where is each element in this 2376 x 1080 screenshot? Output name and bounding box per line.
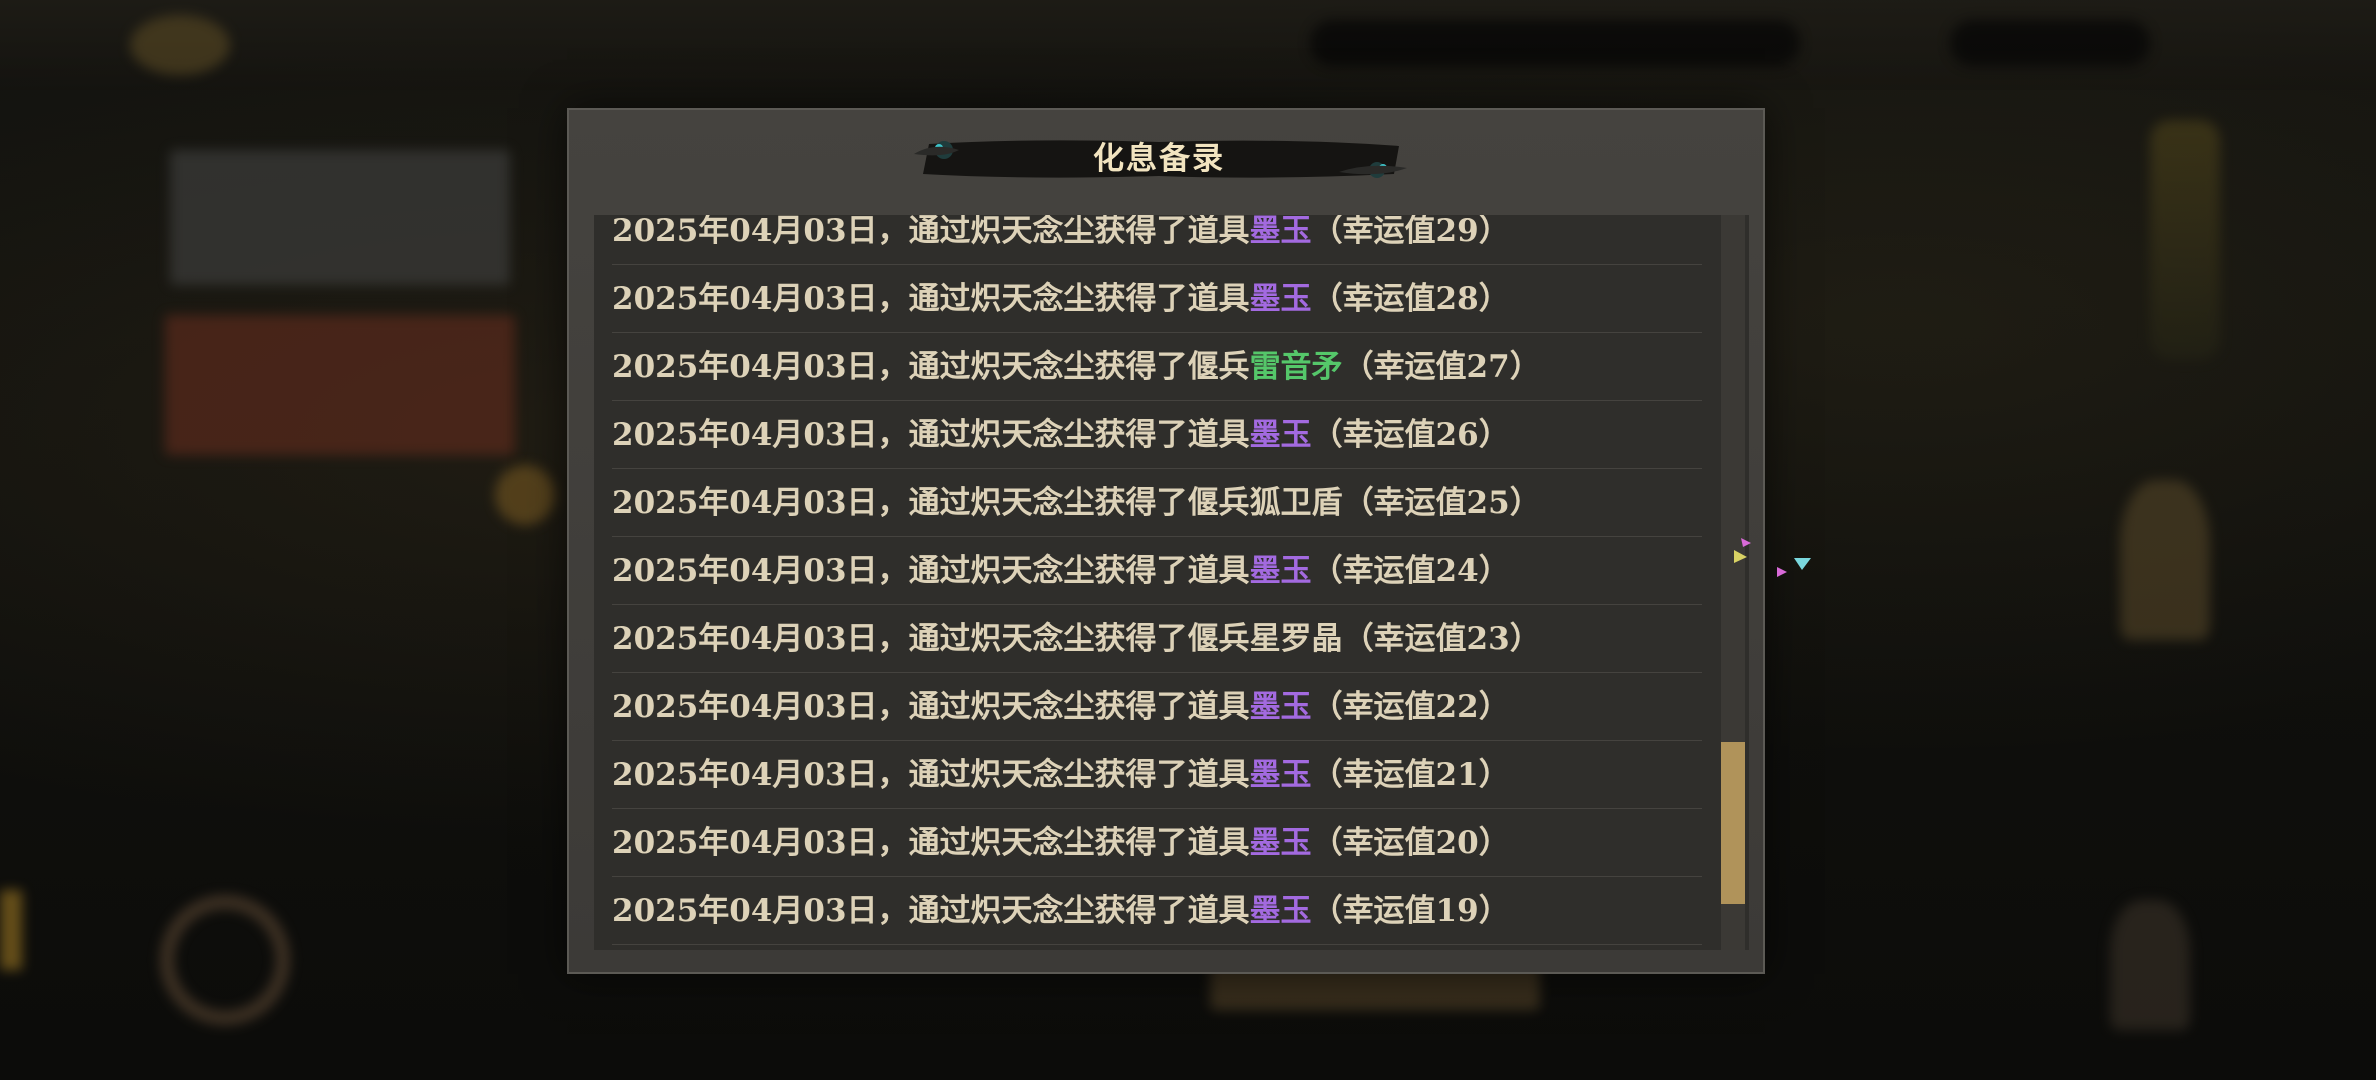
record-luck: （幸运值23） <box>1342 621 1541 657</box>
record-verb: 通过炽天念尘获得了 <box>908 757 1188 793</box>
record-verb: 通过炽天念尘获得了 <box>908 621 1188 657</box>
record-verb: 通过炽天念尘获得了 <box>908 215 1188 249</box>
record-date: 2025年04月03日， <box>612 553 909 589</box>
background-ring-icon <box>160 895 290 1025</box>
record-kind: 偃兵 <box>1187 485 1250 521</box>
record-kind: 道具 <box>1187 215 1250 249</box>
record-date: 2025年04月03日， <box>612 417 909 453</box>
record-verb: 通过炽天念尘获得了 <box>908 825 1188 861</box>
record-kind: 道具 <box>1187 757 1250 793</box>
record-date: 2025年04月03日， <box>612 215 909 249</box>
sparkle-effect-icon <box>1734 538 1811 577</box>
record-verb: 通过炽天念尘获得了 <box>908 417 1188 453</box>
background-banner-card <box>170 150 510 285</box>
record-row: 2025年04月03日，通过炽天念尘获得了道具墨玉（幸运值24） <box>612 537 1702 605</box>
record-rows: 2025年04月03日，通过炽天念尘获得了道具墨玉（幸运值29） 2025年04月… <box>594 215 1704 945</box>
record-verb: 通过炽天念尘获得了 <box>908 553 1188 589</box>
background-resource-bar <box>1310 20 1800 66</box>
record-item: 墨玉 <box>1249 553 1312 589</box>
record-verb: 通过炽天念尘获得了 <box>908 893 1188 929</box>
record-kind: 道具 <box>1187 281 1250 317</box>
record-row: 2025年04月03日，通过炽天念尘获得了道具墨玉（幸运值28） <box>612 265 1702 333</box>
record-row: 2025年04月03日，通过炽天念尘获得了偃兵星罗晶（幸运值23） <box>612 605 1702 673</box>
record-luck: （幸运值22） <box>1311 689 1510 725</box>
background-coin-icon <box>495 465 555 525</box>
record-kind: 道具 <box>1187 553 1250 589</box>
title-banner: 化息备录 <box>909 136 1409 182</box>
record-item: 墨玉 <box>1249 417 1312 453</box>
background-resource-bar-2 <box>1950 20 2150 66</box>
record-luck: （幸运值29） <box>1311 215 1510 249</box>
record-kind: 道具 <box>1187 825 1250 861</box>
record-luck: （幸运值27） <box>1342 349 1541 385</box>
background-logo <box>130 15 230 75</box>
background-edge-tab <box>0 890 22 970</box>
record-row: 2025年04月03日，通过炽天念尘获得了偃兵雷音矛（幸运值27） <box>612 333 1702 401</box>
record-row: 2025年04月03日，通过炽天念尘获得了道具墨玉（幸运值22） <box>612 673 1702 741</box>
record-dialog: 化息备录 2025年04月03日，通过炽天念尘获得了道具墨玉（幸运值29） 202… <box>567 108 1811 974</box>
record-luck: （幸运值28） <box>1311 281 1510 317</box>
record-verb: 通过炽天念尘获得了 <box>908 349 1188 385</box>
dialog-title: 化息备录 <box>1093 141 1225 177</box>
record-date: 2025年04月03日， <box>612 485 909 521</box>
record-date: 2025年04月03日， <box>612 349 909 385</box>
record-luck: （幸运值21） <box>1311 757 1510 793</box>
record-row: 2025年04月03日，通过炽天念尘获得了偃兵狐卫盾（幸运值25） <box>612 469 1702 537</box>
record-kind: 偃兵 <box>1187 621 1250 657</box>
record-row: 2025年04月03日，通过炽天念尘获得了道具墨玉（幸运值20） <box>612 809 1702 877</box>
record-verb: 通过炽天念尘获得了 <box>908 689 1188 725</box>
record-item: 墨玉 <box>1249 893 1312 929</box>
record-item: 狐卫盾 <box>1249 485 1343 521</box>
record-item: 星罗晶 <box>1249 621 1343 657</box>
record-item: 墨玉 <box>1249 215 1312 249</box>
record-verb: 通过炽天念尘获得了 <box>908 485 1188 521</box>
scrollbar-thumb[interactable] <box>1721 742 1745 904</box>
record-kind: 道具 <box>1187 893 1250 929</box>
record-row: 2025年04月03日，通过炽天念尘获得了道具墨玉（幸运值29） <box>612 215 1702 265</box>
record-verb: 通过炽天念尘获得了 <box>908 281 1188 317</box>
record-item: 雷音矛 <box>1249 349 1343 385</box>
record-kind: 道具 <box>1187 689 1250 725</box>
background-character-2 <box>2110 900 2190 1030</box>
record-luck: （幸运值24） <box>1311 553 1510 589</box>
record-item: 墨玉 <box>1249 281 1312 317</box>
record-date: 2025年04月03日， <box>612 825 909 861</box>
game-screen: 化息备录 2025年04月03日，通过炽天念尘获得了道具墨玉（幸运值29） 202… <box>0 0 2376 1080</box>
record-item: 墨玉 <box>1249 689 1312 725</box>
record-date: 2025年04月03日， <box>612 621 909 657</box>
record-row: 2025年04月03日，通过炽天念尘获得了道具墨玉（幸运值19） <box>612 877 1702 945</box>
record-luck: （幸运值25） <box>1342 485 1541 521</box>
record-kind: 偃兵 <box>1187 349 1250 385</box>
background-star-column <box>2150 120 2220 360</box>
record-row: 2025年04月03日，通过炽天念尘获得了道具墨玉（幸运值26） <box>612 401 1702 469</box>
background-character <box>2120 480 2210 640</box>
record-date: 2025年04月03日， <box>612 757 909 793</box>
record-date: 2025年04月03日， <box>612 281 909 317</box>
record-luck: （幸运值20） <box>1311 825 1510 861</box>
record-kind: 道具 <box>1187 417 1250 453</box>
record-luck: （幸运值19） <box>1311 893 1510 929</box>
record-item: 墨玉 <box>1249 757 1312 793</box>
record-row: 2025年04月03日，通过炽天念尘获得了道具墨玉（幸运值21） <box>612 741 1702 809</box>
record-date: 2025年04月03日， <box>612 893 909 929</box>
record-luck: （幸运值26） <box>1311 417 1510 453</box>
record-date: 2025年04月03日， <box>612 689 909 725</box>
record-item: 墨玉 <box>1249 825 1312 861</box>
background-banner-card-2 <box>165 315 515 455</box>
record-list[interactable]: 2025年04月03日，通过炽天念尘获得了道具墨玉（幸运值29） 2025年04月… <box>594 215 1749 950</box>
